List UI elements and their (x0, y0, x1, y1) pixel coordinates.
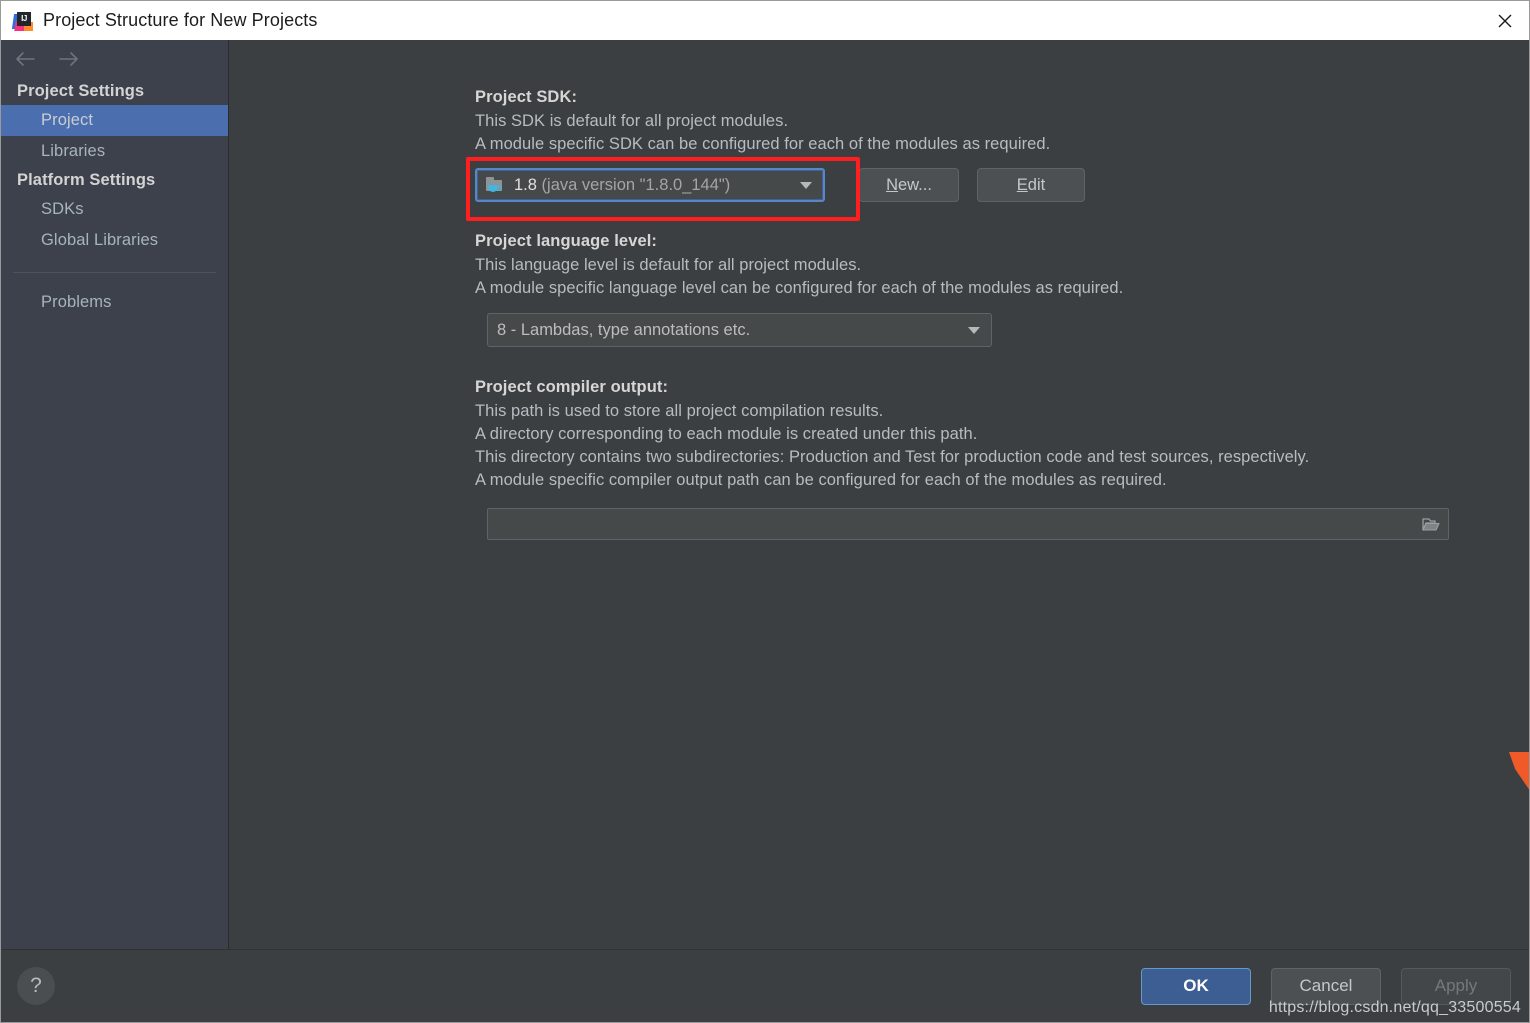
edit-button-label-rest: dit (1027, 175, 1046, 194)
language-level-combobox[interactable]: 8 - Lambdas, type annotations etc. (487, 313, 992, 347)
language-level-value: 8 - Lambdas, type annotations etc. (497, 320, 751, 339)
watermark-url: https://blog.csdn.net/qq_33500554 (1268, 999, 1521, 1016)
project-sdk-controls-row: 1.8 (java version "1.8.0_144") New... Ed… (466, 157, 1529, 221)
language-level-desc-1: This language level is default for all p… (475, 256, 862, 274)
question-mark-icon[interactable]: ? (17, 967, 55, 1005)
sidebar-item-problems[interactable]: Problems (1, 287, 228, 318)
project-structure-dialog: IJ Project Structure for New Projects Pr… (0, 0, 1530, 1023)
compiler-output-desc-3: This directory contains two subdirectori… (475, 448, 1310, 466)
settings-sidebar: Project Settings Project Libraries Platf… (1, 40, 229, 949)
project-sdk-title: Project SDK: (475, 88, 578, 106)
sidebar-group-project-settings: Project Settings (17, 82, 145, 100)
chevron-down-icon[interactable] (793, 181, 819, 190)
new-button-mnemonic: N (886, 175, 898, 194)
title-bar: IJ Project Structure for New Projects (1, 1, 1529, 40)
dialog-footer: ? OK Cancel Apply https://blog.csdn.net/… (1, 949, 1529, 1022)
compiler-output-desc-1: This path is used to store all project c… (475, 402, 884, 420)
sidebar-nav (1, 40, 228, 78)
project-sdk-desc-2: A module specific SDK can be configured … (475, 135, 1051, 153)
project-language-level-section: Project language level: This language le… (475, 232, 1529, 347)
edit-button-mnemonic: E (1016, 175, 1028, 194)
sidebar-divider (13, 272, 216, 273)
arrow-right-icon[interactable] (57, 47, 81, 71)
arrow-left-icon[interactable] (13, 47, 37, 71)
compiler-output-field-row (487, 508, 1529, 540)
compiler-output-desc-2: A directory corresponding to each module… (475, 425, 978, 443)
project-sdk-desc-1: This SDK is default for all project modu… (475, 112, 789, 130)
edit-sdk-button[interactable]: Edit (977, 168, 1085, 202)
window-title: Project Structure for New Projects (43, 10, 318, 30)
sidebar-item-libraries[interactable]: Libraries (1, 136, 228, 167)
sidebar-item-sdks[interactable]: SDKs (1, 194, 228, 225)
sidebar-item-project[interactable]: Project (1, 105, 228, 136)
compiler-output-path-field[interactable] (487, 508, 1449, 540)
project-sdk-combobox[interactable]: 1.8 (java version "1.8.0_144") (475, 168, 825, 202)
project-sdk-section: Project SDK: This SDK is default for all… (466, 88, 1529, 221)
ok-button[interactable]: OK (1141, 967, 1251, 1005)
dialog-body: Project Settings Project Libraries Platf… (1, 40, 1529, 949)
new-button-label-rest: ew... (897, 175, 932, 194)
language-level-controls-row: 8 - Lambdas, type annotations etc. (487, 313, 1529, 347)
chevron-down-icon[interactable] (961, 326, 987, 335)
edge-annotation-mark (1507, 752, 1529, 792)
project-sdk-version: 1.8 (514, 175, 537, 194)
close-icon[interactable] (1481, 1, 1529, 40)
sidebar-group-platform-settings: Platform Settings (17, 171, 156, 189)
sidebar-item-global-libraries[interactable]: Global Libraries (1, 225, 228, 256)
project-sdk-version-detail: (java version "1.8.0_144") (541, 175, 731, 194)
language-level-desc-2: A module specific language level can be … (475, 279, 1124, 297)
folder-open-icon[interactable] (1420, 514, 1442, 534)
new-sdk-button[interactable]: New... (859, 168, 959, 202)
project-sdk-value: 1.8 (java version "1.8.0_144") (514, 176, 793, 195)
compiler-output-title: Project compiler output: (475, 378, 669, 396)
language-level-title: Project language level: (475, 232, 658, 250)
sdk-folder-java-icon (486, 176, 506, 194)
compiler-output-desc-4: A module specific compiler output path c… (475, 471, 1167, 489)
project-compiler-output-section: Project compiler output: This path is us… (475, 378, 1529, 540)
intellij-idea-icon: IJ (11, 11, 33, 31)
settings-content: Project SDK: This SDK is default for all… (229, 40, 1529, 949)
